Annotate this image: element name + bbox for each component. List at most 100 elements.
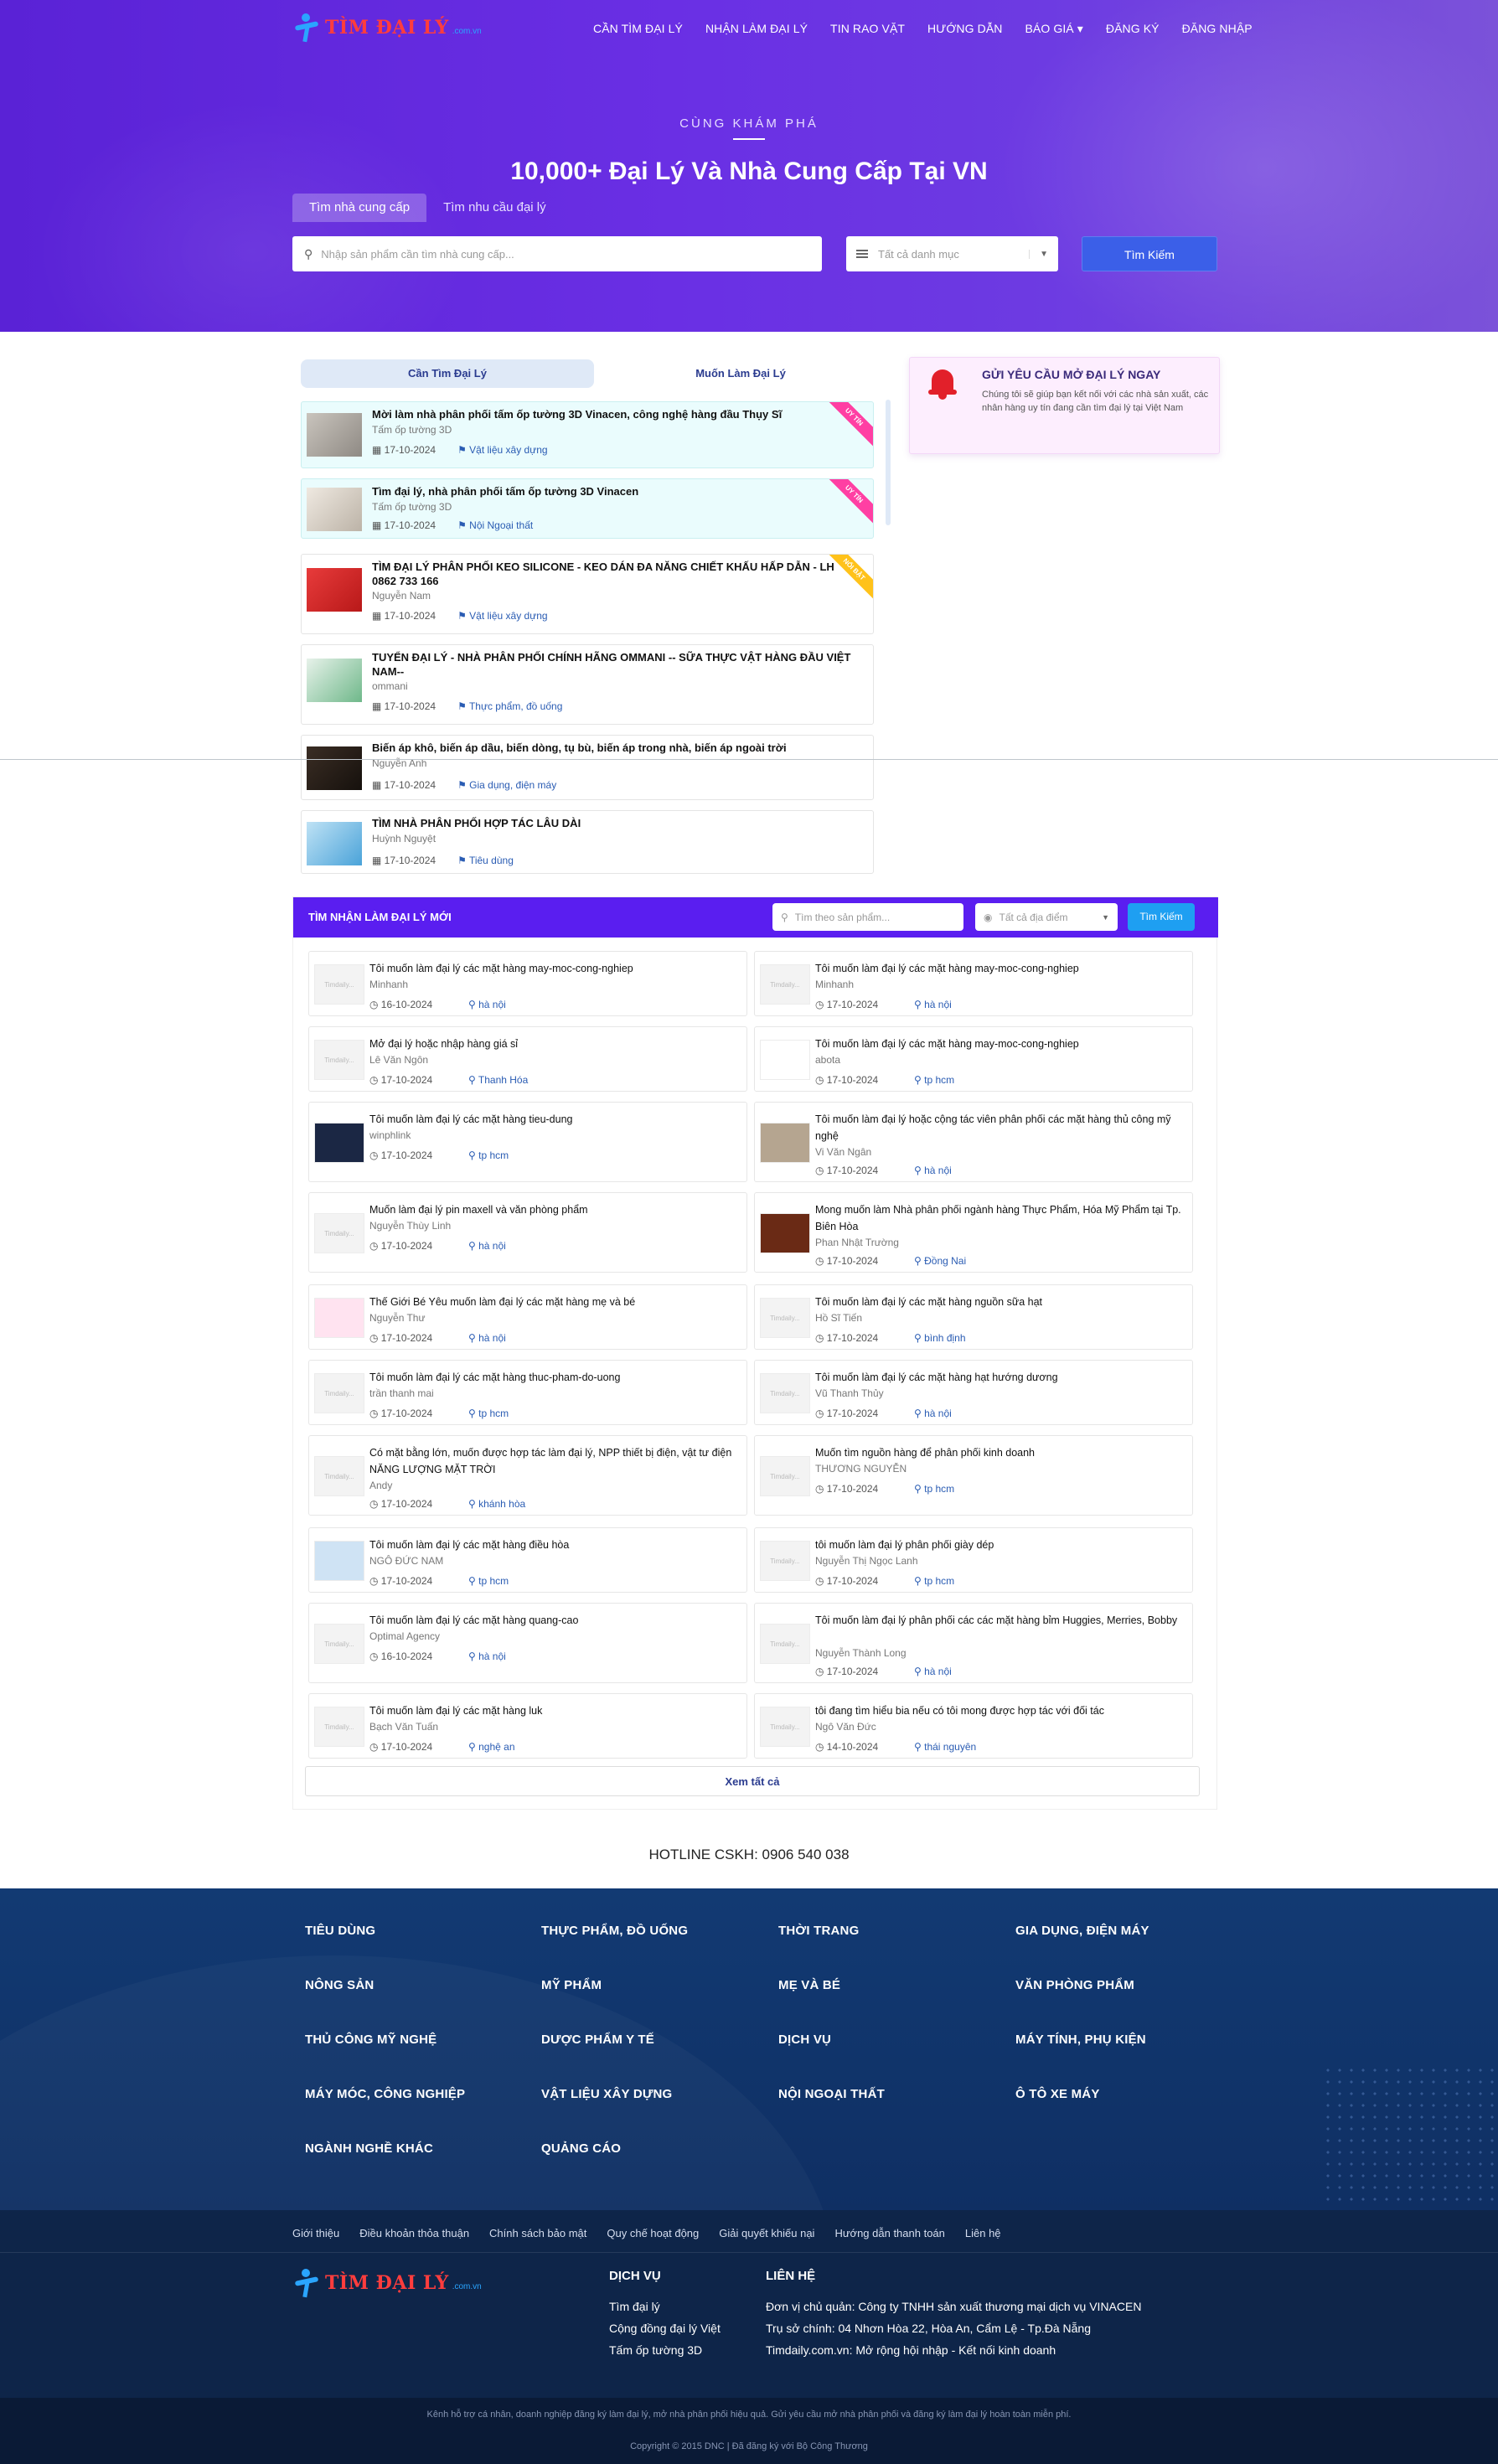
tab-find-supplier[interactable]: Tìm nhà cung cấp	[292, 194, 427, 222]
view-all-button[interactable]: Xem tất cả	[305, 1766, 1200, 1796]
listing-title[interactable]: TÌM NHÀ PHÂN PHỐI HỢP TÁC LÂU DÀI	[372, 816, 865, 830]
listing-tag[interactable]: ⚑ Nội Ngoại thất	[457, 519, 533, 531]
footer-category-link[interactable]: Ô TÔ XE MÁY	[1015, 2087, 1100, 2101]
agent-title[interactable]: tôi muốn làm đại lý phân phối giày dép	[815, 1537, 1184, 1553]
footer-category-link[interactable]: QUẢNG CÁO	[541, 2141, 621, 2156]
agent-card[interactable]: Timdaily... Tôi muốn làm đại lý các mặt h…	[308, 1360, 747, 1425]
agent-card[interactable]: Tôi muốn làm đại lý hoặc cộng tác viên p…	[754, 1102, 1193, 1182]
agent-location[interactable]: ⚲ tp hcm	[468, 1149, 509, 1161]
agent-title[interactable]: Tôi muốn làm đại lý các mặt hàng may-moc…	[369, 960, 738, 977]
listing-item[interactable]: Biến áp khô, biến áp dầu, biến dòng, tụ …	[301, 735, 874, 800]
agent-title[interactable]: Tôi muốn làm đại lý các mặt hàng quang-c…	[369, 1612, 738, 1629]
agent-card[interactable]: Timdaily... Tôi muốn làm đại lý phân phối…	[754, 1603, 1193, 1683]
agent-title[interactable]: Tôi muốn làm đại lý phân phối các các mặ…	[815, 1612, 1184, 1629]
agent-location[interactable]: ⚲ tp hcm	[914, 1074, 954, 1086]
footer-category-link[interactable]: DỊCH VỤ	[778, 2033, 831, 2047]
footer-logo[interactable]: TÌM ĐẠI LÝ .com.vn	[293, 2269, 482, 2298]
agent-location[interactable]: ⚲ hà nội	[468, 1332, 506, 1344]
agent-card[interactable]: Timdaily... Tôi muốn làm đại lý các mặt h…	[308, 951, 747, 1016]
agent-location[interactable]: ⚲ khánh hòa	[468, 1498, 525, 1510]
agent-location[interactable]: ⚲ nghệ an	[468, 1741, 515, 1753]
nav-tin-rao-vat[interactable]: TIN RAO VẶT	[830, 22, 905, 36]
agent-location[interactable]: ⚲ Thanh Hóa	[468, 1074, 528, 1086]
agent-card[interactable]: Timdaily... Muốn tìm nguồn hàng để phân p…	[754, 1435, 1193, 1516]
footer-category-link[interactable]: NÔNG SẢN	[305, 1978, 374, 1992]
agent-location[interactable]: ⚲ hà nội	[914, 1408, 952, 1419]
agent-title[interactable]: Muốn tìm nguồn hàng để phân phối kinh do…	[815, 1444, 1184, 1461]
agent-location[interactable]: ⚲ thái nguyên	[914, 1741, 976, 1753]
listing-item[interactable]: TÌM ĐẠI LÝ PHÂN PHỐI KEO SILICONE - KEO …	[301, 554, 874, 634]
listing-item[interactable]: Mời làm nhà phân phối tấm ốp tường 3D Vi…	[301, 401, 874, 468]
agent-card[interactable]: Mong muốn làm Nhà phân phối ngành hàng T…	[754, 1192, 1193, 1273]
hero-search-button[interactable]: Tìm Kiếm	[1082, 236, 1217, 271]
agent-card[interactable]: Timdaily... Có mặt bằng lớn, muốn được hợ…	[308, 1435, 747, 1516]
agent-location[interactable]: ⚲ hà nội	[914, 1165, 952, 1176]
supplier-search-input[interactable]: ⚲ Nhập sản phẩm cần tìm nhà cung cấp...	[292, 236, 822, 271]
agent-title[interactable]: Thế Giới Bé Yêu muốn làm đại lý các mặt …	[369, 1294, 738, 1310]
footer-category-link[interactable]: MỸ PHẨM	[541, 1978, 602, 1992]
request-title[interactable]: GỬI YÊU CẦU MỞ ĐẠI LÝ NGAY	[982, 368, 1160, 381]
footer-link[interactable]: Giới thiệu	[292, 2227, 339, 2239]
agent-title[interactable]: tôi đang tìm hiểu bia nếu có tôi mong đư…	[815, 1702, 1184, 1719]
agent-title[interactable]: Tôi muốn làm đại lý các mặt hàng may-moc…	[815, 1036, 1184, 1052]
service-link[interactable]: Cộng đồng đại lý Việt	[609, 2317, 721, 2339]
agent-card[interactable]: Tôi muốn làm đại lý các mặt hàng tieu-du…	[308, 1102, 747, 1182]
listing-tag[interactable]: ⚑ Gia dụng, điện máy	[457, 779, 556, 791]
agent-location[interactable]: ⚲ bình định	[914, 1332, 966, 1344]
footer-category-link[interactable]: THỦ CÔNG MỸ NGHỆ	[305, 2033, 436, 2047]
agent-card[interactable]: Timdaily... Tôi muốn làm đại lý các mặt h…	[308, 1693, 747, 1759]
listing-tag[interactable]: ⚑ Thực phẩm, đồ uống	[457, 700, 562, 712]
agent-title[interactable]: Tôi muốn làm đại lý các mặt hàng nguồn s…	[815, 1294, 1184, 1310]
nav-dang-ky[interactable]: ĐĂNG KÝ	[1106, 22, 1160, 36]
agent-title[interactable]: Tôi muốn làm đại lý các mặt hàng hạt hướ…	[815, 1369, 1184, 1386]
agent-card[interactable]: Timdaily... Tôi muốn làm đại lý các mặt h…	[754, 951, 1193, 1016]
tab-muon-lam-dai-ly[interactable]: Muốn Làm Đại Lý	[594, 359, 887, 388]
agent-location[interactable]: ⚲ hà nội	[914, 1666, 952, 1677]
agent-title[interactable]: Mở đại lý hoặc nhập hàng giá sỉ	[369, 1036, 738, 1052]
nav-bao-gia[interactable]: BÁO GIÁ ▾	[1025, 22, 1082, 36]
agent-location[interactable]: ⚲ hà nội	[468, 1240, 506, 1252]
tab-can-tim-dai-ly[interactable]: Cần Tìm Đại Lý	[301, 359, 594, 388]
agent-title[interactable]: Tôi muốn làm đại lý hoặc cộng tác viên p…	[815, 1111, 1184, 1144]
listing-title[interactable]: Mời làm nhà phân phối tấm ốp tường 3D Vi…	[372, 407, 831, 421]
listing-item[interactable]: TUYỂN ĐẠI LÝ - NHÀ PHÂN PHỐI CHÍNH HÃNG …	[301, 644, 874, 725]
listing-item[interactable]: Tìm đại lý, nhà phân phối tấm ốp tường 3…	[301, 478, 874, 539]
footer-link[interactable]: Hướng dẫn thanh toán	[834, 2227, 944, 2239]
footer-category-link[interactable]: THỰC PHẨM, ĐỒ UỐNG	[541, 1924, 688, 1938]
footer-link[interactable]: Liên hệ	[965, 2227, 1001, 2239]
agent-card[interactable]: Tôi muốn làm đại lý các mặt hàng may-moc…	[754, 1026, 1193, 1092]
nav-huong-dan[interactable]: HƯỚNG DẪN	[927, 22, 1002, 36]
agent-location[interactable]: ⚲ tp hcm	[914, 1575, 954, 1587]
service-link[interactable]: Tấm ốp tường 3D	[609, 2339, 721, 2361]
agent-card[interactable]: Timdaily... tôi muốn làm đại lý phân phối…	[754, 1527, 1193, 1593]
site-logo[interactable]: TÌM ĐẠI LÝ .com.vn	[293, 13, 482, 43]
agent-title[interactable]: Tôi muốn làm đại lý các mặt hàng thuc-ph…	[369, 1369, 738, 1386]
listing-title[interactable]: Biến áp khô, biến áp dầu, biến dòng, tụ …	[372, 741, 865, 755]
listing-title[interactable]: TÌM ĐẠI LÝ PHÂN PHỐI KEO SILICONE - KEO …	[372, 560, 848, 588]
agent-location[interactable]: ⚲ tp hcm	[914, 1483, 954, 1495]
listing-tag[interactable]: ⚑ Vật liệu xây dựng	[457, 444, 548, 456]
listing-tag[interactable]: ⚑ Tiêu dùng	[457, 855, 514, 866]
nav-can-tim-dai-ly[interactable]: CẦN TÌM ĐẠI LÝ	[593, 22, 683, 36]
agent-title[interactable]: Mong muốn làm Nhà phân phối ngành hàng T…	[815, 1201, 1184, 1235]
agent-card[interactable]: Thế Giới Bé Yêu muốn làm đại lý các mặt …	[308, 1284, 747, 1350]
agent-card[interactable]: Timdaily... Tôi muốn làm đại lý các mặt h…	[754, 1284, 1193, 1350]
list-scrollbar[interactable]	[886, 400, 891, 525]
agent-title[interactable]: Tôi muốn làm đại lý các mặt hàng may-moc…	[815, 960, 1184, 977]
listing-item[interactable]: TÌM NHÀ PHÂN PHỐI HỢP TÁC LÂU DÀI Huỳnh …	[301, 810, 874, 874]
nav-nhan-lam-dai-ly[interactable]: NHẬN LÀM ĐẠI LÝ	[705, 22, 808, 36]
footer-category-link[interactable]: MẸ VÀ BÉ	[778, 1978, 840, 1992]
footer-category-link[interactable]: NGÀNH NGHỀ KHÁC	[305, 2141, 433, 2156]
footer-category-link[interactable]: NỘI NGOẠI THẤT	[778, 2087, 885, 2101]
listing-title[interactable]: Tìm đại lý, nhà phân phối tấm ốp tường 3…	[372, 484, 831, 498]
listing-title[interactable]: TUYỂN ĐẠI LÝ - NHÀ PHÂN PHỐI CHÍNH HÃNG …	[372, 650, 865, 679]
tab-find-demand[interactable]: Tìm nhu cầu đại lý	[426, 194, 563, 222]
footer-category-link[interactable]: DƯỢC PHẨM Y TẾ	[541, 2033, 654, 2047]
footer-link[interactable]: Điều khoản thỏa thuận	[359, 2227, 469, 2239]
agent-card[interactable]: Tôi muốn làm đại lý các mặt hàng điều hò…	[308, 1527, 747, 1593]
agent-card[interactable]: Timdaily... tôi đang tìm hiểu bia nếu có …	[754, 1693, 1193, 1759]
footer-category-link[interactable]: VẬT LIỆU XÂY DỰNG	[541, 2087, 672, 2101]
agent-title[interactable]: Tôi muốn làm đại lý các mặt hàng luk	[369, 1702, 738, 1719]
category-select[interactable]: Tất cả danh mục ▼	[846, 236, 1058, 271]
product-search-input[interactable]: ⚲ Tìm theo sản phẩm...	[772, 903, 963, 931]
